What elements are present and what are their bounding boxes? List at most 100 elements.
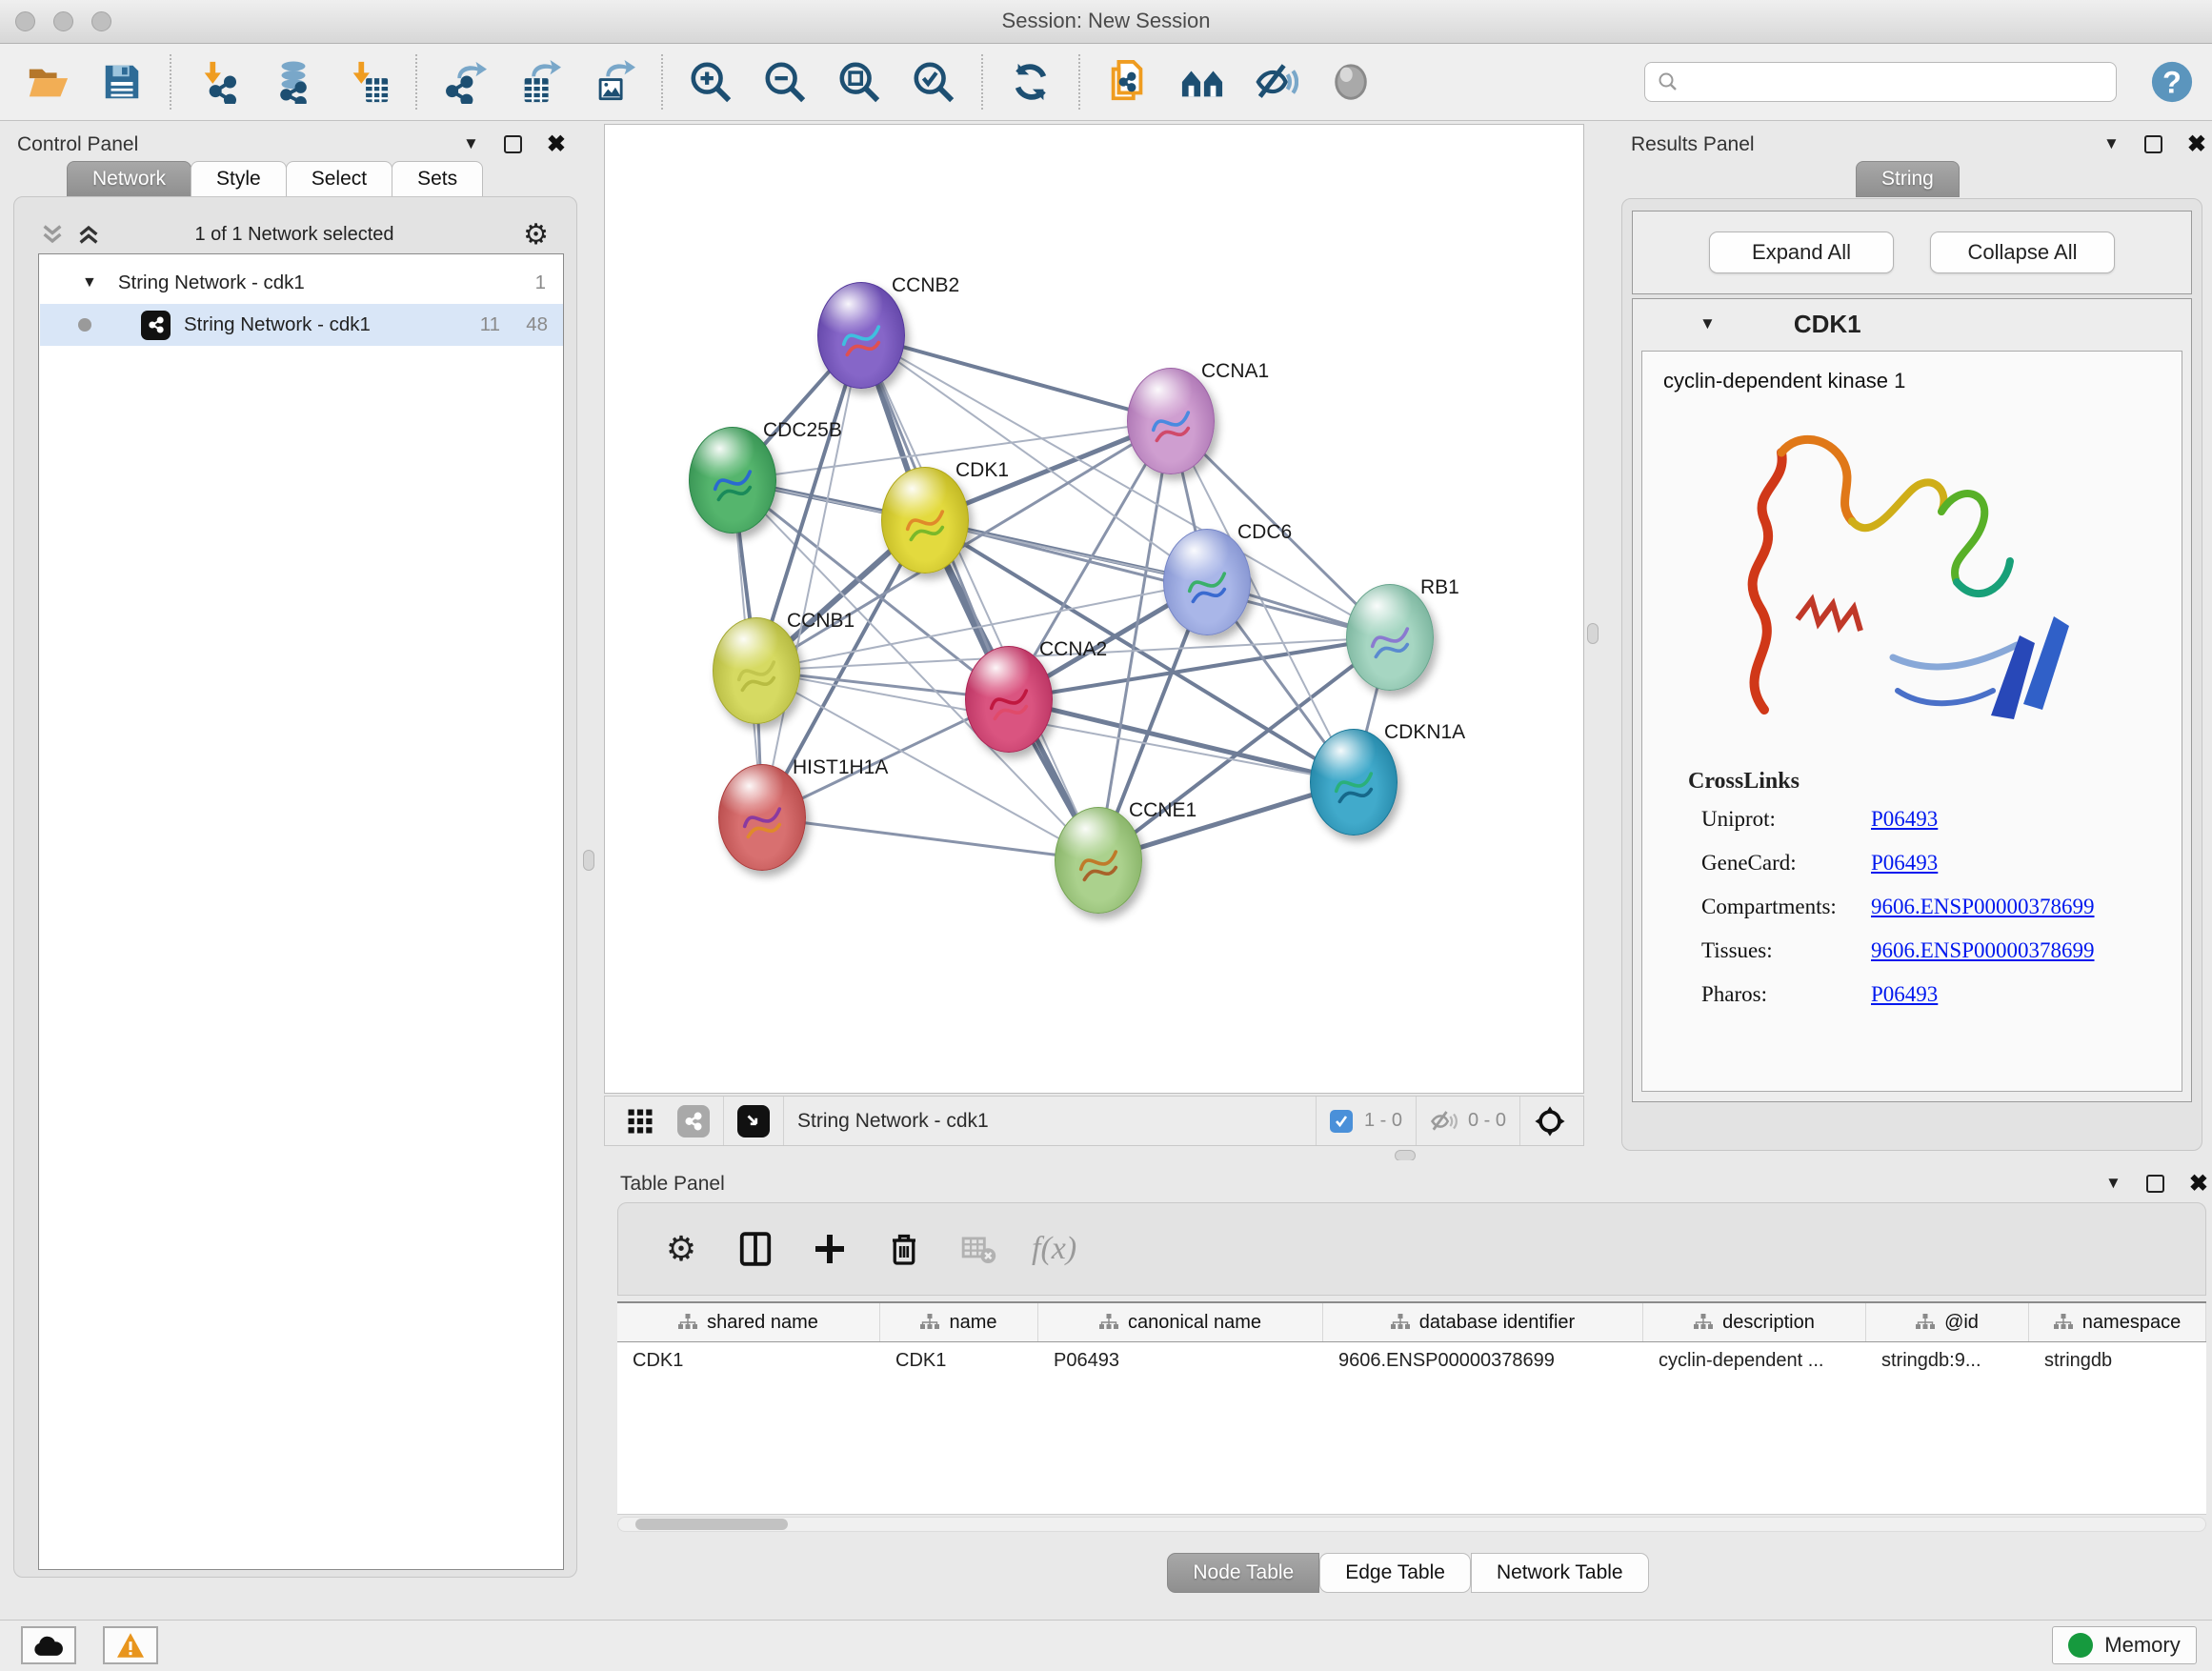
tab-network-table[interactable]: Network Table [1471, 1553, 1649, 1593]
cell-canonicalname[interactable]: P06493 [1038, 1342, 1323, 1381]
cell-sharedname[interactable]: CDK1 [617, 1342, 880, 1381]
table-panel-float-icon[interactable] [2146, 1175, 2164, 1193]
tab-select[interactable]: Select [286, 161, 392, 197]
network-tree-root-row[interactable]: ▼ String Network - cdk1 1 [40, 262, 563, 304]
crosslink-link[interactable]: P06493 [1871, 851, 1938, 876]
network-edge-CCNB2-HIST1H1A[interactable] [762, 335, 861, 817]
results-panel-collapse-icon[interactable]: ▼ [2103, 134, 2120, 153]
column-header-databaseidentifier[interactable]: database identifier [1323, 1303, 1643, 1341]
tree-expander-icon[interactable]: ▼ [82, 274, 97, 292]
selected-checkbox-icon[interactable] [1330, 1110, 1353, 1133]
network-node-HIST1H1A[interactable] [718, 764, 806, 871]
export-network-button[interactable] [442, 59, 488, 105]
network-options-gear-icon[interactable]: ⚙ [523, 218, 549, 252]
copy-network-button[interactable] [1105, 59, 1151, 105]
table-panel-close-icon[interactable]: ✖ [2189, 1175, 2208, 1193]
expand-all-button[interactable]: Expand All [1709, 232, 1894, 273]
left-splitter-handle[interactable] [583, 850, 594, 871]
export-table-icon [517, 60, 561, 104]
table-hscrollbar[interactable] [617, 1517, 2206, 1532]
network-edge-CCNE1-HIST1H1A[interactable] [762, 817, 1098, 860]
network-node-CDKN1A[interactable] [1310, 729, 1398, 836]
cell-databaseidentifier[interactable]: 9606.ENSP00000378699 [1323, 1342, 1643, 1381]
tab-network[interactable]: Network [67, 161, 191, 197]
network-node-CDK1[interactable] [881, 467, 969, 574]
crosslink-link[interactable]: P06493 [1871, 807, 1938, 832]
zoom-fit-button[interactable] [836, 59, 882, 105]
results-panel-float-icon[interactable] [2144, 135, 2162, 153]
layout-refresh-button[interactable] [1008, 59, 1054, 105]
show-columns-icon[interactable] [734, 1228, 776, 1270]
cell-description[interactable]: cyclin-dependent ... [1643, 1342, 1866, 1381]
control-panel-float-icon[interactable] [504, 135, 522, 153]
right-splitter-handle[interactable] [1587, 623, 1599, 644]
zoom-selected-button[interactable] [911, 59, 956, 105]
export-table-button[interactable] [516, 59, 562, 105]
import-network-button[interactable] [196, 59, 242, 105]
import-database-button[interactable] [271, 59, 316, 105]
crosslink-link[interactable]: 9606.ENSP00000378699 [1871, 938, 2095, 963]
column-header-id[interactable]: @id [1866, 1303, 2029, 1341]
create-column-icon[interactable] [809, 1228, 851, 1270]
control-panel-title: Control Panel [17, 133, 138, 156]
cloud-button[interactable] [21, 1626, 76, 1664]
table-options-gear-icon[interactable]: ⚙ [660, 1228, 702, 1270]
export-image-button[interactable] [591, 59, 636, 105]
network-node-CCNB1[interactable] [713, 617, 800, 724]
column-header-canonicalname[interactable]: canonical name [1038, 1303, 1323, 1341]
hide-details-button[interactable] [1254, 59, 1299, 105]
column-header-namespace[interactable]: namespace [2029, 1303, 2206, 1341]
collapse-all-button[interactable]: Collapse All [1930, 232, 2115, 273]
network-node-RB1[interactable] [1346, 584, 1434, 691]
open-session-button[interactable] [25, 59, 70, 105]
network-node-CCNB2[interactable] [817, 282, 905, 389]
save-session-button[interactable] [99, 59, 145, 105]
network-node-CCNA2[interactable] [965, 646, 1053, 753]
control-panel-collapse-icon[interactable]: ▼ [463, 134, 479, 153]
show-details-button[interactable] [1328, 59, 1374, 105]
table-hscrollbar-thumb[interactable] [635, 1519, 788, 1530]
results-panel-close-icon[interactable]: ✖ [2187, 135, 2206, 153]
column-header-sharedname[interactable]: shared name [617, 1303, 880, 1341]
network-tree-child-row[interactable]: String Network - cdk1 11 48 [40, 304, 563, 346]
network-edge-CDK1-RB1[interactable] [925, 520, 1390, 637]
crosslink-link[interactable]: P06493 [1871, 982, 1938, 1007]
cdk1-expander-icon[interactable]: ▼ [1699, 314, 1716, 333]
network-node-CDC25B[interactable] [689, 427, 776, 534]
svg-text:?: ? [2162, 66, 2182, 100]
column-header-description[interactable]: description [1643, 1303, 1866, 1341]
help-button[interactable]: ? [2149, 59, 2195, 105]
birdseye-view-icon[interactable] [737, 1105, 770, 1137]
network-edge-CCNE1-CCNB2[interactable] [861, 335, 1098, 860]
table-panel-collapse-icon[interactable]: ▼ [2105, 1174, 2122, 1193]
network-edge-CCNA1-CCNB2[interactable] [861, 335, 1171, 421]
zoom-in-button[interactable] [688, 59, 734, 105]
import-table-button[interactable] [345, 59, 391, 105]
search-field[interactable] [1644, 62, 2117, 102]
tab-sets[interactable]: Sets [392, 161, 483, 197]
table-row[interactable]: CDK1CDK1P064939606.ENSP00000378699cyclin… [617, 1342, 2206, 1381]
search-input[interactable] [1687, 71, 2116, 93]
delete-column-icon[interactable] [883, 1228, 925, 1270]
column-header-name[interactable]: name [880, 1303, 1038, 1341]
cell-name[interactable]: CDK1 [880, 1342, 1038, 1381]
tab-edge-table[interactable]: Edge Table [1319, 1553, 1471, 1593]
network-node-CCNA1[interactable] [1127, 368, 1215, 474]
warning-button[interactable] [103, 1626, 158, 1664]
memory-button[interactable]: Memory [2052, 1626, 2197, 1664]
cell-id[interactable]: stringdb:9... [1866, 1342, 2029, 1381]
control-panel-close-icon[interactable]: ✖ [547, 135, 566, 153]
fit-selected-icon[interactable] [1534, 1105, 1566, 1137]
network-node-CCNE1[interactable] [1055, 807, 1142, 914]
tab-style[interactable]: Style [191, 161, 287, 197]
network-canvas[interactable]: CCNB2CCNA1CDC25BCDK1CDC6RB1CCNB1CCNA2CDK… [604, 124, 1584, 1094]
tab-string[interactable]: String [1856, 161, 1960, 197]
zoom-out-button[interactable] [762, 59, 808, 105]
houses-button[interactable] [1179, 59, 1225, 105]
cell-namespace[interactable]: stringdb [2029, 1342, 2206, 1381]
tab-node-table[interactable]: Node Table [1167, 1553, 1319, 1593]
network-view-icon[interactable] [677, 1105, 710, 1137]
grid-view-icon[interactable] [626, 1107, 654, 1136]
network-node-CDC6[interactable] [1163, 529, 1251, 635]
crosslink-link[interactable]: 9606.ENSP00000378699 [1871, 895, 2095, 919]
